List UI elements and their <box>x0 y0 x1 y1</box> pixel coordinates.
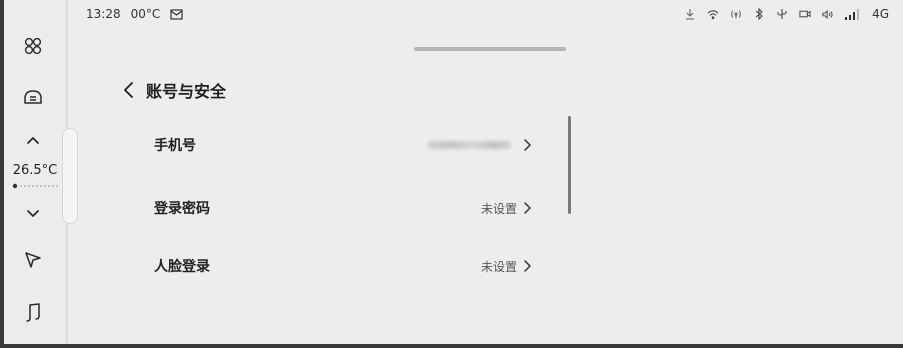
bluetooth-icon <box>753 8 765 20</box>
camera-icon <box>799 8 811 20</box>
back-chevron-icon[interactable] <box>122 80 136 100</box>
climate-panel-handle[interactable] <box>62 128 78 224</box>
network-type: 4G <box>872 7 889 21</box>
envelope-icon[interactable] <box>170 8 183 20</box>
scrollbar[interactable] <box>568 116 571 214</box>
row-label: 手机号 <box>154 138 196 154</box>
wifi-icon <box>707 8 719 20</box>
status-bar-left: 13:28 00°C <box>86 7 183 21</box>
music-icon[interactable] <box>21 300 45 324</box>
signal-icon <box>845 8 861 20</box>
usb-icon <box>776 8 788 20</box>
chevron-right-icon <box>524 260 531 272</box>
row-value: 未设置 <box>480 201 517 216</box>
sidebar-temperature: 26.5°C <box>12 163 58 178</box>
hotspot-icon <box>730 8 742 20</box>
settings-row-face-login[interactable]: 人脸登录 未设置 <box>154 252 532 280</box>
settings-row-phone[interactable]: 手机号 <box>154 131 532 159</box>
apps-icon[interactable] <box>21 34 45 58</box>
status-bar-right: 4G <box>684 5 889 23</box>
navigation-icon[interactable] <box>21 248 45 272</box>
chevron-up-icon[interactable] <box>21 128 45 152</box>
car-icon[interactable] <box>21 85 45 109</box>
outside-temperature: 00°C <box>130 7 161 21</box>
settings-row-password[interactable]: 登录密码 未设置 <box>154 194 532 222</box>
page-header: 账号与安全 <box>122 78 226 102</box>
screen: 26.5°C 13:28 00°C 4G 账号与安全 手机号 登录密码 未设置 … <box>0 0 903 348</box>
page-title: 账号与安全 <box>146 82 227 101</box>
clock: 13:28 <box>86 7 121 21</box>
row-value: 未设置 <box>480 259 517 274</box>
chevron-right-icon <box>524 139 531 151</box>
download-icon <box>684 8 696 20</box>
chevron-right-icon <box>524 202 531 214</box>
phone-number-value-masked <box>427 141 511 149</box>
temperature-level-indicator <box>12 183 58 189</box>
chevron-down-icon[interactable] <box>21 202 45 226</box>
row-label: 登录密码 <box>154 201 210 217</box>
volume-icon <box>822 8 834 20</box>
row-label: 人脸登录 <box>154 259 210 275</box>
panel-drag-handle[interactable] <box>414 47 566 51</box>
